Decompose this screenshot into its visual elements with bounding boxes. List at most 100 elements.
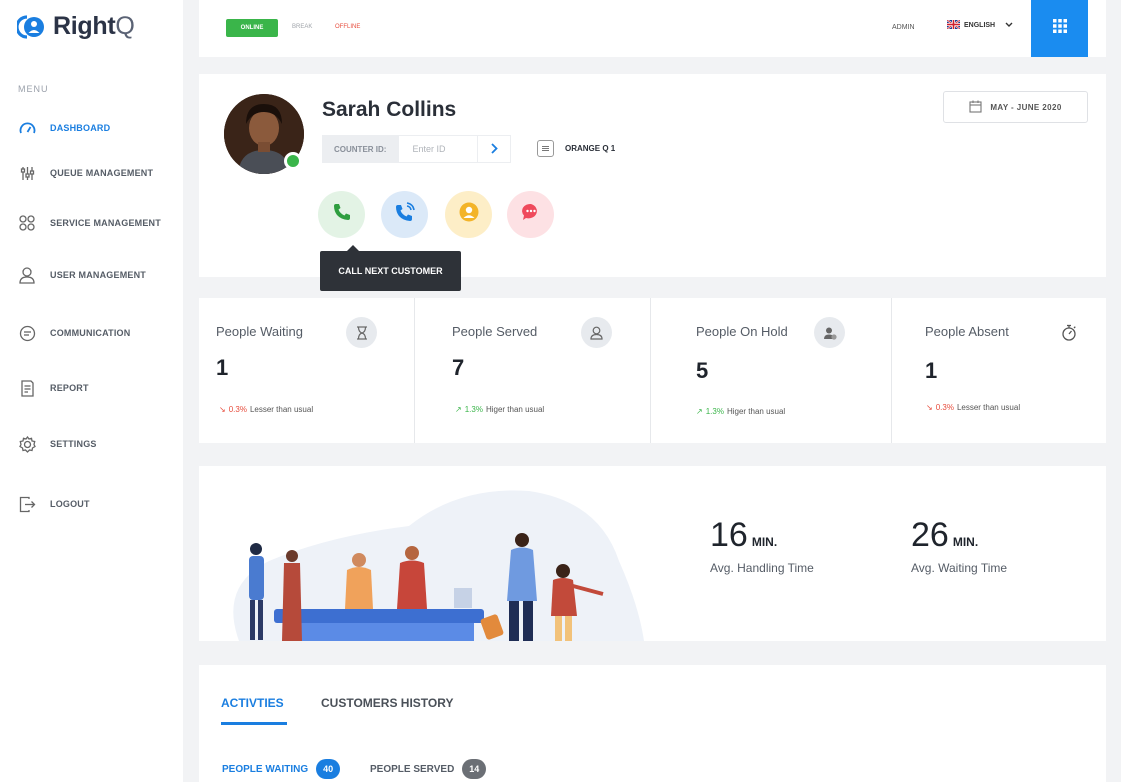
stat-card-people-on-hold: People On Hold 5 ↗ 1.3% Higer than usual bbox=[651, 298, 892, 443]
status-break-button[interactable]: BREAK bbox=[292, 24, 312, 30]
tab-customers-history[interactable]: CUSTOMERS HISTORY bbox=[321, 696, 453, 710]
overview-card: 16 MIN. Avg. Handling Time 26 MIN. Avg. Wa… bbox=[199, 466, 1106, 641]
stat-card-people-waiting: People Waiting 1 ↘ 0.3% Lesser than usua… bbox=[199, 298, 415, 443]
trend-percent: 1.3% bbox=[705, 407, 724, 416]
queue-illustration bbox=[233, 490, 644, 641]
stat-value: 5 bbox=[696, 358, 709, 383]
stat-value: 1 bbox=[216, 355, 229, 380]
sidebar-item-queue-management[interactable]: QUEUE MANAGEMENT bbox=[18, 164, 153, 182]
stat-trend: ↗ 1.3% Higer than usual bbox=[455, 405, 544, 414]
metric-avg-waiting-time: 26 MIN. Avg. Waiting Time bbox=[911, 516, 1007, 575]
sidebar-item-communication[interactable]: COMMUNICATION bbox=[18, 324, 130, 342]
grid-circles-icon bbox=[18, 214, 36, 232]
top-bar: ONLINE BREAK OFFLINE ADMIN ENGLISH bbox=[199, 0, 1106, 57]
sidebar-item-label: REPORT bbox=[50, 383, 89, 393]
trend-down-icon: ↘ bbox=[926, 403, 933, 412]
stat-trend: ↘ 0.3% Lesser than usual bbox=[219, 405, 313, 414]
user-icon bbox=[581, 317, 612, 348]
logout-icon bbox=[18, 495, 36, 513]
stat-trend: ↗ 1.3% Higer than usual bbox=[696, 407, 785, 416]
sidebar-item-label: DASHBOARD bbox=[50, 123, 111, 133]
trend-percent: 1.3% bbox=[464, 405, 483, 414]
stat-title: People Waiting bbox=[216, 324, 303, 339]
active-tab-indicator bbox=[221, 722, 287, 725]
sidebar: RightQ MENU DASHBOARD QUEUE MANAGEMENT S… bbox=[0, 0, 183, 782]
call-next-customer-button[interactable] bbox=[318, 191, 365, 238]
message-customer-button[interactable] bbox=[507, 191, 554, 238]
stats-row: People Waiting 1 ↘ 0.3% Lesser than usua… bbox=[199, 298, 1106, 443]
user-hold-icon bbox=[814, 317, 845, 348]
sidebar-item-user-management[interactable]: USER MANAGEMENT bbox=[18, 266, 146, 284]
metric-unit: MIN. bbox=[751, 535, 778, 549]
sidebar-item-label: SERVICE MANAGEMENT bbox=[50, 218, 161, 228]
stat-title: People Served bbox=[452, 324, 538, 339]
stat-card-people-served: People Served 7 ↗ 1.3% Higer than usual bbox=[415, 298, 651, 443]
calendar-icon bbox=[969, 100, 982, 115]
trend-down-icon: ↘ bbox=[219, 405, 226, 414]
logo-icon bbox=[15, 13, 47, 41]
trend-percent: 0.3% bbox=[935, 403, 954, 412]
stat-card-people-absent: People Absent 1 ↘ 0.3% Lesser than usual bbox=[892, 298, 1106, 443]
sliders-icon bbox=[18, 164, 36, 182]
sidebar-item-label: SETTINGS bbox=[50, 439, 97, 449]
agent-name: Sarah Collins bbox=[322, 98, 457, 121]
gauge-icon bbox=[18, 119, 36, 137]
menu-label: MENU bbox=[18, 84, 49, 94]
sidebar-item-label: USER MANAGEMENT bbox=[50, 270, 147, 280]
trend-text: Higer than usual bbox=[726, 407, 786, 416]
phone-ring-icon bbox=[394, 201, 416, 228]
hold-customer-button[interactable] bbox=[445, 191, 492, 238]
sidebar-item-settings[interactable]: SETTINGS bbox=[18, 435, 97, 453]
queue-icon bbox=[537, 140, 554, 157]
sidebar-item-report[interactable]: REPORT bbox=[18, 379, 89, 397]
trend-text: Higer than usual bbox=[485, 405, 545, 414]
user-icon bbox=[18, 266, 36, 284]
chevron-right-icon bbox=[491, 141, 498, 157]
sidebar-item-label: QUEUE MANAGEMENT bbox=[50, 168, 154, 178]
chevron-down-icon bbox=[1005, 22, 1013, 30]
metric-label: Avg. Waiting Time bbox=[911, 561, 1008, 575]
user-hold-icon bbox=[458, 201, 480, 228]
sidebar-item-dashboard[interactable]: DASHBOARD bbox=[18, 119, 110, 137]
metric-unit: MIN. bbox=[952, 535, 979, 549]
filter-label: PEOPLE SERVED bbox=[370, 763, 455, 775]
trend-percent: 0.3% bbox=[228, 405, 247, 414]
filter-people-served[interactable]: PEOPLE SERVED 14 bbox=[370, 759, 487, 779]
tab-activities[interactable]: ACTIVTIES bbox=[221, 696, 284, 710]
count-badge: 40 bbox=[316, 759, 341, 779]
status-online-button[interactable]: ONLINE bbox=[226, 19, 278, 37]
brand-name: RightQ bbox=[53, 12, 135, 40]
status-offline-button[interactable]: OFFLINE bbox=[335, 24, 360, 30]
counter-id-input[interactable]: Enter ID bbox=[398, 135, 479, 163]
count-badge: 14 bbox=[462, 759, 487, 779]
sidebar-item-label: COMMUNICATION bbox=[50, 328, 131, 338]
counter-id-label: COUNTER ID: bbox=[322, 135, 399, 163]
stat-title: People Absent bbox=[925, 324, 1009, 339]
metric-value: 26 bbox=[911, 516, 949, 554]
counter-submit-button[interactable] bbox=[478, 135, 512, 163]
counter-id-group: COUNTER ID: Enter ID bbox=[322, 135, 512, 163]
hourglass-icon bbox=[346, 317, 377, 348]
queue-selector[interactable]: ORANGE Q 1 bbox=[537, 140, 615, 157]
online-status-indicator bbox=[284, 152, 302, 170]
metric-label: Avg. Handling Time bbox=[710, 561, 814, 575]
filter-label: PEOPLE WAITING bbox=[222, 763, 309, 775]
trend-up-icon: ↗ bbox=[696, 407, 703, 416]
language-selector[interactable]: ENGLISH bbox=[946, 19, 1013, 31]
date-range-button[interactable]: MAY - JUNE 2020 bbox=[943, 91, 1088, 123]
stat-trend: ↘ 0.3% Lesser than usual bbox=[926, 403, 1020, 412]
apps-grid-button[interactable] bbox=[1031, 0, 1088, 57]
admin-link[interactable]: ADMIN bbox=[892, 24, 915, 31]
brand-logo[interactable]: RightQ bbox=[15, 12, 135, 41]
language-label: ENGLISH bbox=[964, 22, 996, 29]
sidebar-item-logout[interactable]: LOGOUT bbox=[18, 495, 90, 513]
trend-text: Lesser than usual bbox=[249, 405, 314, 414]
trend-up-icon: ↗ bbox=[455, 405, 462, 414]
recall-customer-button[interactable] bbox=[381, 191, 428, 238]
filter-people-waiting[interactable]: PEOPLE WAITING 40 bbox=[222, 759, 341, 779]
stopwatch-icon bbox=[1053, 317, 1084, 348]
phone-icon bbox=[332, 202, 352, 227]
report-icon bbox=[18, 379, 36, 397]
sidebar-item-service-management[interactable]: SERVICE MANAGEMENT bbox=[18, 214, 161, 232]
profile-card: Sarah Collins COUNTER ID: Enter ID ORANG… bbox=[199, 74, 1106, 291]
